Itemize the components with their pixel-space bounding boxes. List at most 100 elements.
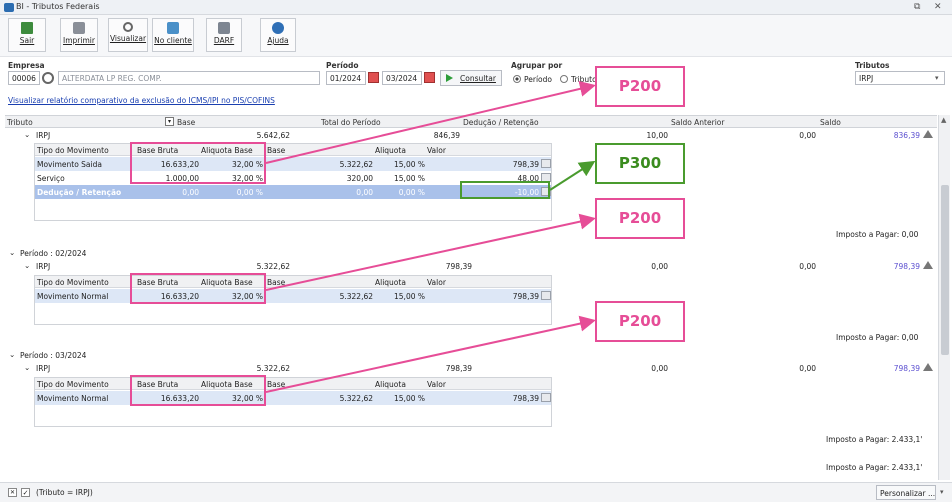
group3-subtable: Tipo do Movimento Base Bruta Aliquota Ba… xyxy=(34,377,552,427)
no-cliente-button[interactable]: No cliente xyxy=(152,18,194,52)
group1-total: 846,39 xyxy=(433,131,460,140)
tributos-select[interactable]: IRPJ xyxy=(855,71,945,85)
window-title: BI - Tributos Federais xyxy=(16,2,100,11)
group3-saldo: 798,39 xyxy=(893,364,920,373)
group3-tributo: IRPJ xyxy=(36,364,51,373)
header-saldo[interactable]: Saldo xyxy=(820,118,841,127)
close-icon[interactable]: ✕ xyxy=(934,2,942,12)
table-row[interactable]: Movimento Saida 16.633,20 32,00 % 5.322,… xyxy=(35,157,551,171)
calendar-to-icon[interactable] xyxy=(424,72,435,83)
periodo-from-input[interactable]: 01/2024 xyxy=(326,71,366,85)
empresa-label: Empresa xyxy=(8,61,45,70)
filter-icon[interactable]: ▾ xyxy=(165,117,174,126)
group3-imposto: Imposto a Pagar: 2.433,1' xyxy=(826,435,923,444)
table-row[interactable]: Movimento Normal 16.633,20 32,00 % 5.322… xyxy=(35,289,551,303)
group1-tributo: IRPJ xyxy=(36,131,51,140)
group1-saldo: 836,39 xyxy=(893,131,920,140)
header-saldo-anterior[interactable]: Saldo Anterior xyxy=(671,118,724,127)
group1-deducao: 0,00 xyxy=(799,131,816,140)
scroll-thumb[interactable] xyxy=(941,185,949,355)
callout-p300: P300 xyxy=(595,143,685,184)
tributos-label: Tributos xyxy=(855,61,890,70)
callout-p200: P200 xyxy=(595,66,685,107)
radio-tributo[interactable] xyxy=(560,75,568,83)
group2-periodo: Período : 02/2024 xyxy=(20,249,87,258)
chevron-down-icon[interactable]: ▾ xyxy=(935,74,939,82)
help-icon xyxy=(272,22,284,34)
print-darf-icon xyxy=(218,22,230,34)
group2-saldo: 798,39 xyxy=(893,262,920,271)
expand-icon[interactable]: ⌄ xyxy=(9,350,15,359)
imprimir-button[interactable]: Imprimir xyxy=(60,18,98,52)
darf-button[interactable]: DARF xyxy=(206,18,242,52)
expand-icon[interactable]: ⌄ xyxy=(9,248,15,257)
title-bar: BI - Tributos Federais ⧉ ✕ xyxy=(0,0,952,15)
sair-button[interactable]: Sair xyxy=(8,18,46,52)
expand-icon[interactable]: ⌄ xyxy=(24,363,30,372)
detail-icon[interactable] xyxy=(541,159,551,168)
group1-subheader: Tipo do Movimento Base Bruta Aliquota Ba… xyxy=(35,144,551,156)
warning-icon xyxy=(923,130,933,138)
filter-bar: ✕ ✓ (Tributo = IRPJ) Personalizar ... ▾ xyxy=(0,482,952,502)
group3-deducao: 0,00 xyxy=(651,364,668,373)
highlight-box xyxy=(130,273,266,304)
header-base[interactable]: Base xyxy=(177,118,195,127)
header-total[interactable]: Total do Período xyxy=(321,118,381,127)
grid-header: Tributo ▾ Base Total do Período Dedução … xyxy=(5,115,937,128)
consultar-button[interactable]: Consultar xyxy=(440,70,502,86)
group2-saldo-anterior: 0,00 xyxy=(799,262,816,271)
personalizar-button[interactable]: Personalizar ... xyxy=(876,485,936,500)
empresa-name-input: ALTERDATA LP REG. COMP. xyxy=(58,71,320,85)
group1-saldo-anterior: 10,00 xyxy=(646,131,668,140)
highlight-box xyxy=(130,375,266,406)
detail-icon[interactable] xyxy=(541,291,551,300)
group3-base: 5.322,62 xyxy=(256,364,290,373)
periodo-to-input[interactable]: 03/2024 xyxy=(382,71,422,85)
close-filter-icon[interactable]: ✕ xyxy=(8,488,17,497)
empresa-code-input[interactable]: 00006 xyxy=(8,71,40,85)
group2-deducao: 0,00 xyxy=(651,262,668,271)
group2-total: 798,39 xyxy=(445,262,472,271)
exit-icon xyxy=(21,22,33,34)
agrupar-label: Agrupar por xyxy=(511,61,563,70)
visualizar-button[interactable]: Visualizar xyxy=(108,18,148,52)
group3-periodo: Período : 03/2024 xyxy=(20,351,87,360)
highlight-box xyxy=(130,142,266,184)
ajuda-button[interactable]: Ajuda xyxy=(260,18,296,52)
group2-tributo: IRPJ xyxy=(36,262,51,271)
filter-text: (Tributo = IRPJ) xyxy=(36,488,93,497)
group1-imposto: Imposto a Pagar: 0,00 xyxy=(836,230,919,239)
scroll-up-icon[interactable]: ▲ xyxy=(941,116,946,124)
restore-icon[interactable]: ⧉ xyxy=(914,2,920,12)
magnifier-icon xyxy=(123,22,133,32)
table-row[interactable]: Movimento Normal 16.633,20 32,00 % 5.322… xyxy=(35,391,551,405)
callout-p200: P200 xyxy=(595,301,685,342)
expand-icon[interactable]: ⌄ xyxy=(24,261,30,270)
radio-periodo[interactable] xyxy=(513,75,521,83)
app-icon xyxy=(4,3,14,12)
group3-saldo-anterior: 0,00 xyxy=(799,364,816,373)
radio-tributo-label: Tributo xyxy=(571,75,597,84)
expand-icon[interactable]: ⌄ xyxy=(24,130,30,139)
printer-icon xyxy=(73,22,85,34)
comparativo-link[interactable]: Visualizar relatório comparativo da excl… xyxy=(8,96,275,105)
periodo-label: Período xyxy=(326,61,359,70)
group1-base: 5.642,62 xyxy=(256,131,290,140)
calendar-from-icon[interactable] xyxy=(368,72,379,83)
play-icon xyxy=(446,74,453,82)
search-icon[interactable] xyxy=(42,72,54,84)
radio-periodo-label: Período xyxy=(524,75,552,84)
header-tributo[interactable]: Tributo xyxy=(7,118,33,127)
vertical-scrollbar[interactable]: ▲ xyxy=(938,115,950,480)
detail-icon[interactable] xyxy=(541,393,551,402)
total-imposto: Imposto a Pagar: 2.433,1' xyxy=(826,463,923,472)
client-icon xyxy=(167,22,179,34)
chevron-down-icon[interactable]: ▾ xyxy=(940,488,944,496)
toolbar: Sair Imprimir Visualizar No cliente DARF… xyxy=(0,15,952,57)
group2-imposto: Imposto a Pagar: 0,00 xyxy=(836,333,919,342)
header-deducao[interactable]: Dedução / Retenção xyxy=(463,118,539,127)
highlight-box xyxy=(460,181,550,199)
group2-subtable: Tipo do Movimento Base Bruta Aliquota Ba… xyxy=(34,275,552,325)
filter-checkbox[interactable]: ✓ xyxy=(21,488,30,497)
arrow-line xyxy=(549,160,596,191)
